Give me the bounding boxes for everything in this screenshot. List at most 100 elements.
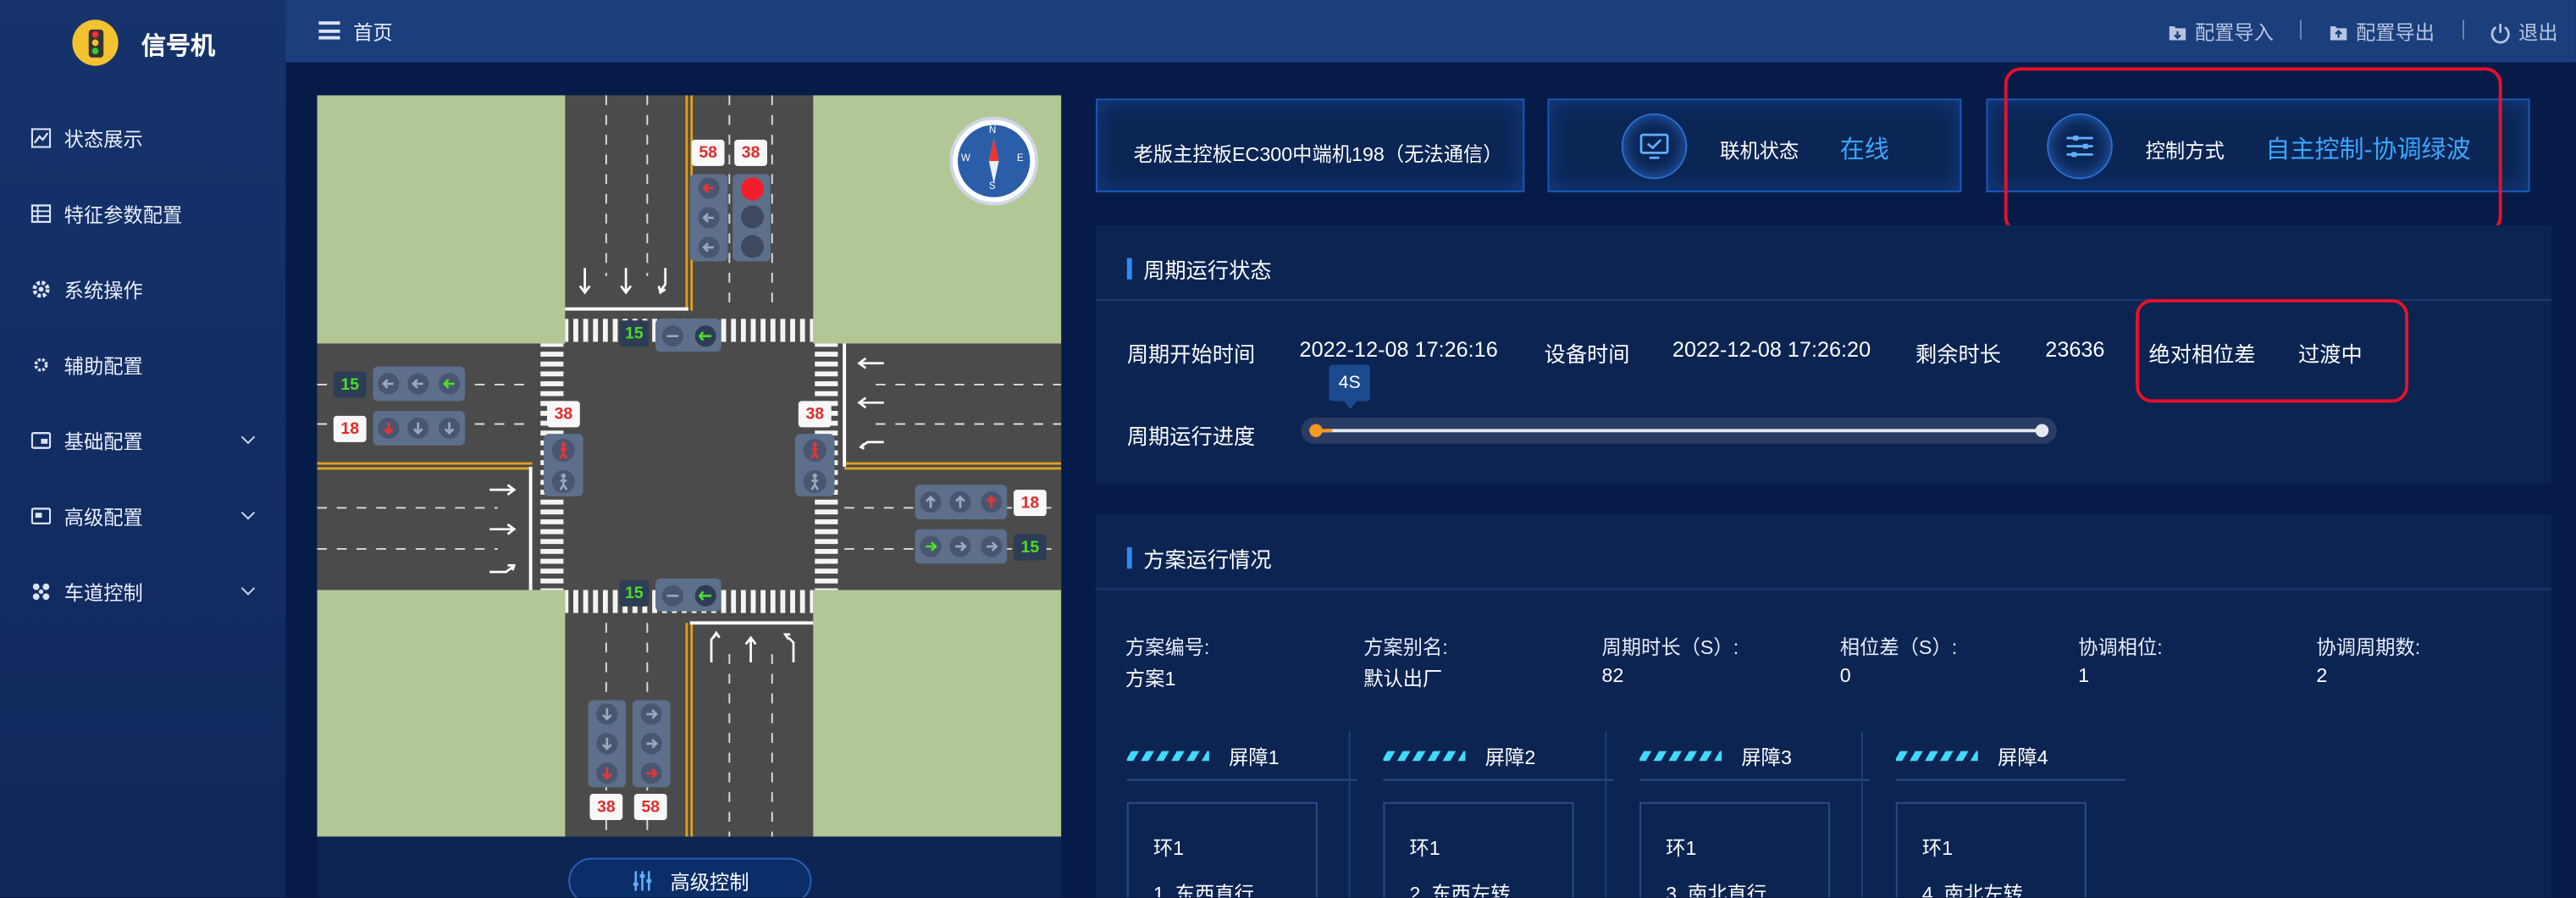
export-icon [2330,26,2347,41]
barrier-name: 屏障1 [1229,745,1280,768]
cycle-length-value: 82 [1601,663,1624,687]
divider [1861,731,1863,898]
chart-icon [30,128,52,148]
sidebar-item-lane-control[interactable]: 车道控制 [0,567,286,616]
progress-track [1314,429,2044,433]
chevron-down-icon [240,430,256,445]
highlight-box [2004,67,2502,234]
menu-toggle-icon[interactable] [318,21,340,40]
countdown-badge: 58 [691,139,725,166]
south-signal-group: 38 58 [588,700,674,822]
countdown-badge: 15 [333,371,367,398]
light-off-icon [739,206,764,230]
chevron-down-icon [240,506,256,520]
coord-cycles-label: 协调周期数: [2316,635,2421,659]
phase-label: 4. 南北左转 [1921,882,2023,898]
sidebar-item-aux-config[interactable]: 辅助配置 [0,341,286,390]
countdown-badge: 38 [734,139,767,166]
sidebar-item-label: 高级配置 [64,505,143,529]
down-arrow-icon [408,417,430,439]
plan-title: 方案运行情况 [1127,542,1271,574]
monitor-icon [1621,113,1688,180]
sidebar-item-system-ops[interactable]: 系统操作 [0,264,286,313]
progress-handle[interactable] [1309,424,1323,438]
barrier-3: 屏障3 [1639,740,1870,781]
sidebar-item-status[interactable]: 状态展示 [0,114,286,163]
online-status-card: 联机状态 在线 [1547,98,1962,192]
device-time-label: 设备时间 [1544,341,1630,367]
down-arrow-red-icon [596,762,618,784]
traffic-light-logo-icon [72,19,119,66]
sidebar-item-label: 状态展示 [64,127,143,151]
ped-stop-red-icon [803,438,826,462]
logout-label: 退出 [2518,21,2558,45]
device-name: 老版主控板EC300中端机198（无法通信） [1133,142,1503,166]
progress-tooltip: 4S [1329,364,1370,410]
sidebar-item-advanced-config[interactable]: 高级配置 [0,491,286,540]
phase-offset-label: 相位差（S）: [1839,635,1958,659]
cycle-status-title: 周期运行状态 [1127,253,1271,285]
ring-label: 环1 [1921,836,1954,860]
left-arrow-green-icon [439,373,461,395]
online-status-label: 联机状态 [1720,139,1799,164]
phase-label: 1. 东西直行 [1153,882,1254,898]
cog-small-icon [31,355,51,374]
cycle-progress-label: 周期运行进度 [1126,424,1256,449]
ring-label: 环1 [1666,836,1697,860]
ring-box: 环1 4. 南北左转 [1895,801,2087,898]
app-title: 信号机 [141,32,216,61]
ped-stop-red-icon [551,438,575,462]
cycle-start-value: 2022-12-08 17:26:16 [1299,336,1498,362]
device-name-card: 老版主控板EC300中端机198（无法通信） [1095,98,1525,192]
right-arrow-icon [640,703,662,726]
right-arrow-red-icon [640,762,662,784]
sliders-icon [633,871,652,891]
config-export-button[interactable]: 配置导出 [2328,18,2435,46]
plan-alias-label: 方案别名: [1363,635,1448,659]
phase-label: 3. 南北直行 [1666,882,1767,898]
lane-control-icon [31,582,51,601]
sidebar-item-label: 特征参数配置 [64,202,183,226]
right-arrow-icon [640,733,662,755]
base-config-icon [30,430,52,450]
table-icon [30,204,52,224]
stripes-icon [1126,751,1209,762]
up-arrow-red-icon [981,491,1003,513]
cycle-start-label: 周期开始时间 [1126,341,1256,367]
barrier-name: 屏障3 [1741,745,1792,768]
breadcrumb[interactable]: 首页 [353,18,393,46]
barrier-name: 屏障2 [1484,745,1536,768]
advanced-control-button[interactable]: 高级控制 [568,857,812,898]
countdown-badge: 15 [619,320,650,347]
config-import-button[interactable]: 配置导入 [2167,18,2274,46]
online-status-value: 在线 [1839,136,1890,164]
cycle-length-label: 周期时长（S）: [1601,635,1739,659]
logout-button[interactable]: 退出 [2489,18,2558,46]
countdown-badge: 15 [619,579,650,607]
advanced-config-icon [30,507,52,526]
top-bar: 首页 配置导入 配置导出 退出 [285,0,2576,63]
config-export-label: 配置导出 [2355,21,2435,45]
barrier-name: 屏障4 [1998,745,2048,768]
phase-offset-value: 0 [1839,663,1851,687]
ped-walk-icon [803,468,826,493]
divider [2300,19,2302,40]
countdown-badge: 18 [333,415,367,442]
ped-icon [661,324,683,346]
remaining-label: 剩余时长 [1915,341,2001,367]
sidebar-item-base-config[interactable]: 基础配置 [0,416,286,465]
gear-icon [31,280,51,299]
up-arrow-icon [920,491,942,513]
sidebar-item-label: 辅助配置 [64,354,143,378]
cycle-progress-bar [1301,417,2057,444]
phase-label: 2. 东西左转 [1409,882,1511,898]
remaining-value: 23636 [2045,336,2105,362]
stripes-icon [1639,751,1722,762]
south-crossing-signal: 15 [619,578,727,612]
ped-walk-icon [551,468,575,493]
config-import-label: 配置导入 [2194,21,2274,45]
stripes-icon [1895,751,1978,762]
import-icon [2169,26,2186,41]
countdown-badge: 58 [633,794,667,821]
sidebar-item-feature-params[interactable]: 特征参数配置 [0,189,286,238]
